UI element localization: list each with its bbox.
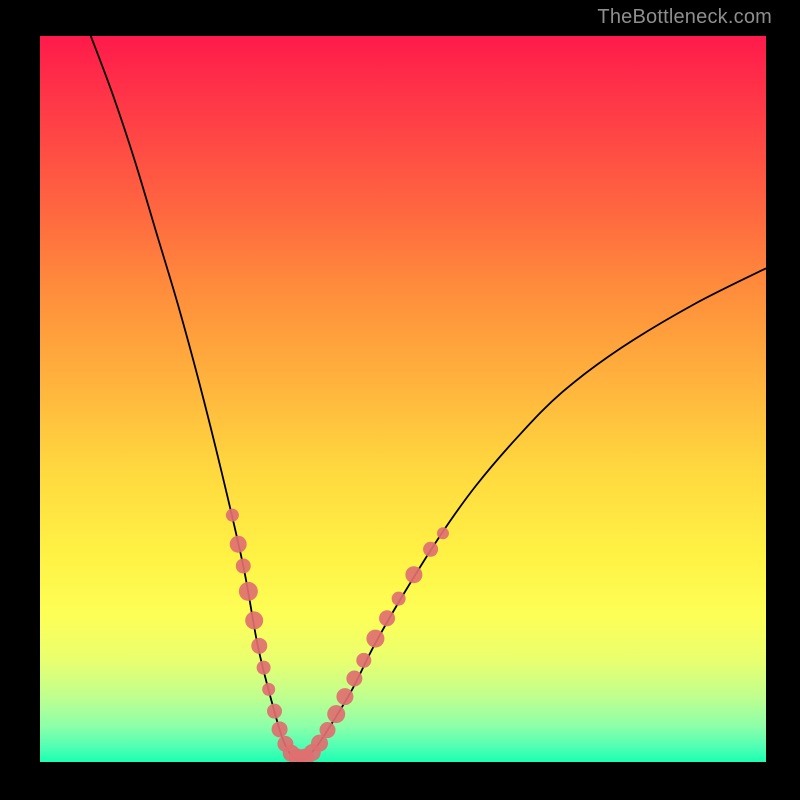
- data-marker: [230, 536, 247, 553]
- data-marker: [392, 592, 406, 606]
- data-marker: [289, 749, 307, 762]
- data-marker: [296, 749, 314, 762]
- curve-line: [91, 36, 766, 760]
- data-marker: [267, 704, 282, 719]
- data-marker: [311, 735, 328, 752]
- data-marker: [405, 566, 422, 583]
- plot-area: [40, 36, 766, 762]
- data-marker: [366, 630, 384, 648]
- data-marker: [336, 688, 353, 705]
- data-marker: [245, 611, 263, 629]
- data-marker: [257, 661, 271, 675]
- data-marker: [262, 683, 275, 696]
- data-markers: [226, 509, 449, 762]
- data-marker: [346, 671, 362, 687]
- data-marker: [320, 722, 336, 738]
- bottleneck-curve: [40, 36, 766, 762]
- data-marker: [277, 736, 293, 752]
- data-marker: [226, 509, 239, 522]
- watermark-text: TheBottleneck.com: [597, 6, 772, 29]
- data-marker: [272, 721, 288, 737]
- data-marker: [283, 745, 300, 762]
- data-marker: [437, 527, 449, 539]
- data-marker: [327, 705, 345, 723]
- data-marker: [304, 744, 321, 761]
- data-marker: [379, 610, 395, 626]
- chart-frame: TheBottleneck.com: [0, 0, 800, 800]
- data-marker: [251, 638, 267, 654]
- data-marker: [236, 558, 251, 573]
- data-marker: [356, 653, 371, 668]
- data-marker: [423, 542, 438, 557]
- data-marker: [239, 582, 258, 601]
